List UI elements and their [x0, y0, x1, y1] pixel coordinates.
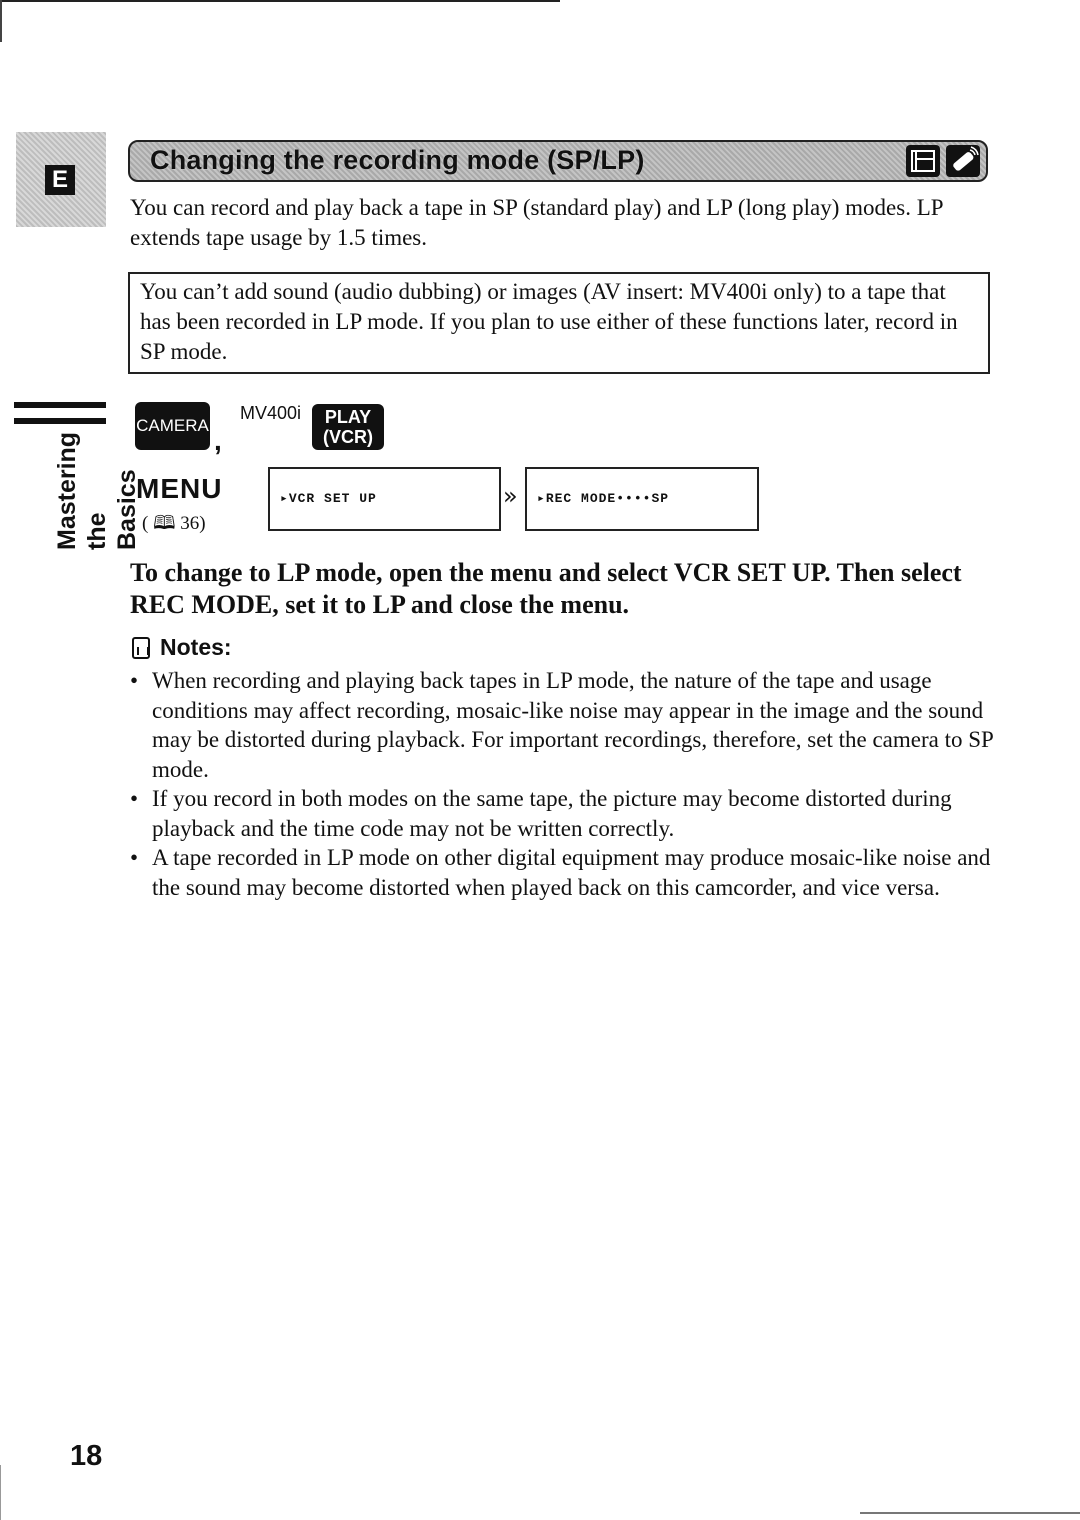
instruction-heading: To change to LP mode, open the menu and … [130, 558, 962, 619]
notice-box: You can’t add sound (audio dubbing) or i… [128, 272, 990, 374]
vcr-label: (VCR) [323, 427, 373, 447]
menu-item-rec-mode: ▸REC MODE••••SP [537, 491, 670, 506]
camera-mode-badge: CAMERA [135, 402, 210, 450]
model-note: MV400i [240, 403, 302, 423]
menu-screen-step1: ▸VCR SET UP [268, 467, 501, 531]
note-item: • When recording and playing back tapes i… [130, 666, 1000, 784]
separator: , [214, 425, 222, 456]
bullet-icon: • [130, 786, 139, 811]
bullet-icon: • [130, 668, 139, 693]
note-item: • If you record in both modes on the same… [130, 784, 1000, 843]
section-tab: E [16, 132, 106, 227]
note-text: A tape recorded in LP mode on other digi… [152, 845, 991, 900]
note-text: When recording and playing back tapes in… [152, 668, 993, 782]
page-number: 18 [70, 1440, 103, 1472]
intro-paragraph: You can record and play back a tape in S… [130, 195, 943, 250]
remote-control-icon [946, 145, 980, 177]
camcorder-mode-icon [906, 145, 940, 177]
notes-icon [132, 637, 150, 659]
menu-label: MENU [136, 473, 223, 504]
play-vcr-mode-badge: PLAY (VCR) [312, 404, 384, 450]
chapter-label-line: Mastering [53, 431, 81, 550]
menu-item-vcr-setup: ▸VCR SET UP [280, 491, 377, 506]
note-item: • A tape recorded in LP mode on other dig… [130, 843, 1000, 902]
section-header: Changing the recording mode (SP/LP) [128, 140, 988, 182]
section-letter: E [45, 165, 75, 195]
notice-text: You can’t add sound (audio dubbing) or i… [140, 279, 958, 364]
note-text: If you record in both modes on the same … [152, 786, 952, 841]
section-title: Changing the recording mode (SP/LP) [150, 145, 645, 175]
side-rule [14, 418, 106, 424]
notes-heading: Notes: [132, 634, 232, 661]
scan-edge-bottom-left [0, 1465, 1, 1520]
scan-edge-top [0, 0, 560, 2]
bullet-icon: • [130, 845, 139, 870]
chapter-label-line: the Basics [83, 469, 141, 550]
chapter-side-label: Mastering the Basics [52, 430, 141, 550]
scan-edge-bottom-right [860, 1512, 1080, 1514]
notes-heading-text: Notes: [160, 634, 232, 660]
notes-list: • When recording and playing back tapes i… [130, 666, 1000, 902]
play-label: PLAY [324, 407, 372, 427]
side-rule [14, 402, 106, 408]
page-reference: ( 🕮 36) [142, 513, 206, 534]
next-step-arrow-icon: » [503, 482, 518, 510]
scan-edge-left [0, 0, 2, 42]
menu-screen-step2: ▸REC MODE••••SP [525, 467, 759, 531]
